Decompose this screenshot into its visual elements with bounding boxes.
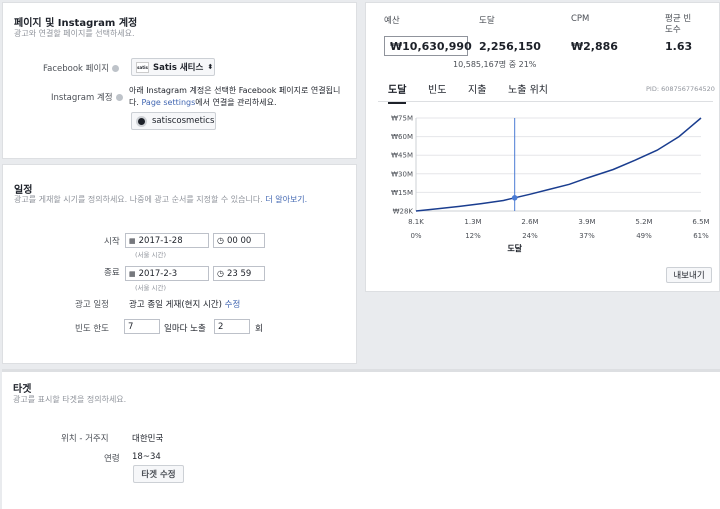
learn-more-link[interactable]: 더 알아보기. [265, 195, 307, 204]
frequency-cap-label: 빈도 한도 [75, 324, 109, 334]
budget-label: 예산 [384, 16, 400, 26]
frequency-times-input[interactable]: 2 [214, 319, 250, 334]
x-percent-label: 61% [693, 232, 709, 240]
frequency-days-input[interactable]: 7 [124, 319, 160, 334]
avg-frequency-label: 평균 빈 도수 [665, 14, 692, 35]
location-label: 위치 - 거주지 [61, 434, 109, 444]
reach-curve [415, 117, 702, 212]
facebook-page-select[interactable]: satis Satis 새티스 ⬍ [131, 58, 215, 76]
x-tick-label: 3.9M [578, 218, 595, 226]
y-tick-label: ₩75M [391, 115, 413, 123]
schedule-panel: 일정 광고를 게재할 시기를 정의하세요. 나중에 광고 순서를 지정할 수 있… [2, 164, 357, 364]
y-tick-label: ₩28K [393, 207, 414, 215]
info-icon [112, 65, 120, 72]
x-tick-label: 8.1K [408, 218, 424, 226]
y-tick-label: ₩60M [391, 133, 413, 141]
cpm-value: ₩2,886 [571, 40, 618, 53]
clock-icon: ◷ [217, 236, 224, 245]
end-date-input[interactable]: ▦ 2017-2-3 [125, 266, 209, 281]
page-instagram-subtitle: 광고와 연결할 페이지를 선택하세요. [14, 29, 135, 38]
x-percent-label: 37% [579, 232, 595, 240]
x-percent-label: 24% [522, 232, 538, 240]
cpm-label: CPM [571, 14, 590, 24]
ad-schedule-edit-link[interactable]: 수정 [225, 300, 241, 310]
start-label: 시작 [104, 237, 120, 247]
export-button[interactable]: 내보내기 [666, 267, 712, 283]
frequency-mid-label: 일마다 노출 [164, 324, 206, 334]
reach-note: 10,585,167명 중 21% [453, 60, 537, 69]
x-axis-title: 도달 [507, 243, 522, 253]
start-date-input[interactable]: ▦ 2017-1-28 [125, 233, 209, 248]
chart-tabs: 도달 빈도 지출 노출 위치 PID: 6087567764520 [378, 78, 715, 104]
tab-spend[interactable]: 지출 [468, 81, 486, 96]
calendar-icon: ▦ [129, 236, 136, 245]
reach-label: 도달 [479, 16, 495, 26]
x-tick-label: 1.3M [464, 218, 481, 226]
x-tick-label: 2.6M [521, 218, 538, 226]
tab-frequency[interactable]: 빈도 [428, 81, 446, 96]
facebook-page-label: Facebook 페이지 [43, 62, 120, 74]
start-timezone: (서울 시간) [135, 251, 167, 259]
budget-value: ₩10,630,990 [390, 40, 472, 53]
instagram-account-name: satiscosmetics [152, 116, 215, 126]
selection-point [511, 195, 518, 201]
end-label: 종료 [104, 268, 120, 278]
facebook-page-name: Satis 새티스 [153, 63, 204, 73]
y-tick-label: ₩15M [391, 189, 413, 197]
age-label: 연령 [104, 454, 120, 464]
audience-title: 타겟 [13, 384, 32, 395]
tab-reach[interactable]: 도달 [388, 81, 407, 104]
y-tick-label: ₩30M [391, 170, 413, 178]
ad-schedule-value: 광고 종일 게재(현지 시간) 수정 [129, 300, 241, 310]
instagram-account-button[interactable]: satiscosmetics [131, 112, 216, 130]
audience-subtitle: 광고를 표시할 타겟을 정의하세요. [13, 395, 127, 404]
y-tick-label: ₩45M [391, 152, 413, 160]
x-tick-label: 5.2M [635, 218, 652, 226]
page-settings-link[interactable]: Page settings [141, 98, 195, 107]
pid-label: PID: 6087567764520 [646, 85, 715, 93]
x-percent-label: 12% [465, 232, 481, 240]
page-logo: satis [136, 61, 149, 73]
chevron-updown-icon: ⬍ [207, 63, 214, 71]
edit-audience-button[interactable]: 타겟 수정 [133, 465, 184, 483]
reach-value: 2,256,150 [479, 40, 541, 53]
reach-chart: ₩75M ₩60M ₩45M ₩30M ₩15M ₩28K 8.1K 0% 1.3M 12% 2.6… [391, 115, 709, 254]
age-value: 18~34 [132, 452, 161, 462]
location-value: 대한민국 [132, 434, 164, 444]
ad-schedule-label: 광고 일정 [75, 300, 109, 310]
audience-panel: 타겟 광고를 표시할 타겟을 정의하세요. 위치 - 거주지 대한민국 연령 1… [2, 369, 720, 509]
instagram-description: 아래 Instagram 계정은 선택한 Facebook 페이지로 연결됩니 … [129, 86, 341, 107]
tab-placement[interactable]: 노출 위치 [508, 81, 548, 96]
end-timezone: (서울 시간) [135, 284, 167, 292]
x-percent-label: 0% [410, 232, 421, 240]
calendar-icon: ▦ [129, 269, 136, 278]
page-instagram-panel: 페이지 및 Instagram 계정 광고와 연결할 페이지를 선택하세요. F… [2, 2, 357, 159]
instagram-avatar [136, 115, 147, 127]
avg-frequency-value: 1.63 [665, 40, 693, 53]
schedule-subtitle: 광고를 게재할 시기를 정의하세요. 나중에 광고 순서를 지정할 수 있습니다… [14, 195, 308, 204]
frequency-suffix: 회 [255, 324, 263, 334]
end-time-input[interactable]: ◷ 23 59 [213, 266, 265, 281]
instagram-account-label: Instagram 계정 [51, 91, 123, 103]
x-tick-label: 6.5M [692, 218, 709, 226]
start-time-input[interactable]: ◷ 00 00 [213, 233, 265, 248]
info-icon [115, 94, 123, 101]
page-instagram-title: 페이지 및 Instagram 계정 [14, 18, 138, 29]
x-percent-label: 49% [636, 232, 652, 240]
clock-icon: ◷ [217, 269, 224, 278]
estimate-panel: 예산 ₩10,630,990 도달 2,256,150 10,585,167명 … [365, 2, 720, 292]
